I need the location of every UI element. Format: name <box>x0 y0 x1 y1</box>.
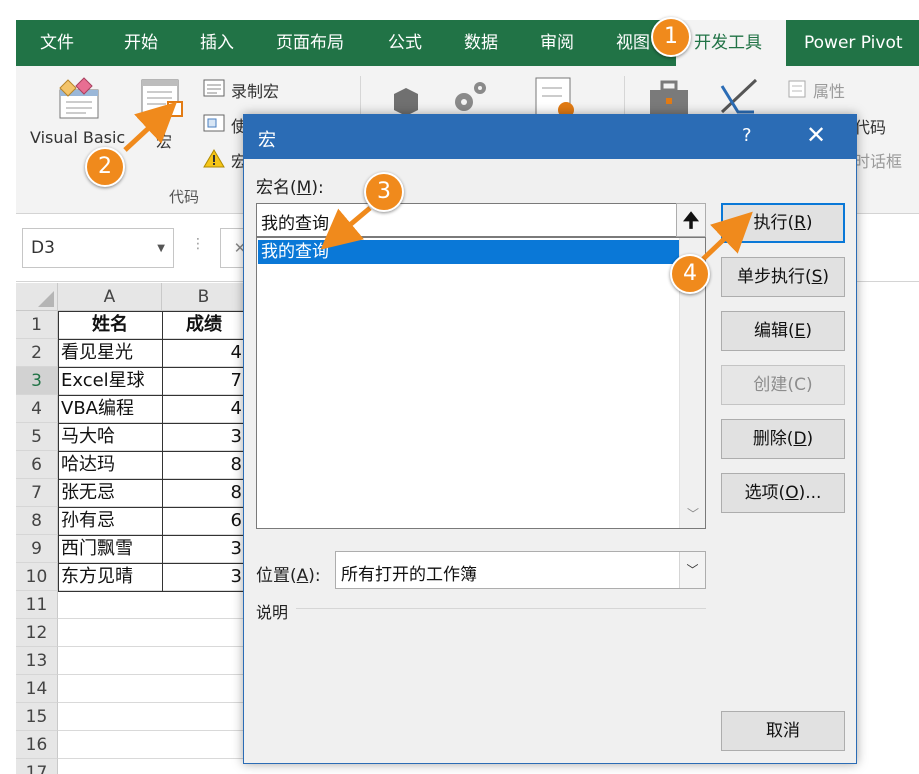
step-badge-3: 3 <box>364 172 404 212</box>
arrow-step-3 <box>320 206 372 250</box>
step-badge-4: 4 <box>670 254 710 294</box>
step-badge-2: 2 <box>85 147 125 187</box>
step-badge-1: 1 <box>651 17 691 57</box>
arrow-step-4 <box>698 211 753 264</box>
annotation-arrows <box>123 101 753 264</box>
arrow-step-2 <box>123 101 178 152</box>
